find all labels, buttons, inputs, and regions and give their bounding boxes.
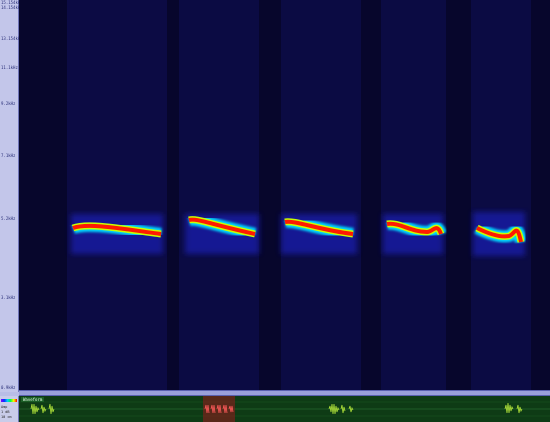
signal-5 [473, 212, 527, 256]
frequency-axis: 15.154kHz 14.154kHz 13.154kHz 11.1kHz 9.… [0, 0, 23, 392]
side-label: 1 dB [1, 410, 10, 414]
freq-tick: 9.2kHz [1, 101, 16, 106]
waveform-title: Waveform [21, 397, 45, 402]
spectrogram-canvas [19, 0, 550, 390]
side-label: 10 cm [1, 415, 12, 419]
freq-tick: 11.1kHz [1, 65, 18, 70]
freq-tick: 7.1kHz [1, 153, 16, 158]
color-scale-swatch [1, 399, 17, 402]
noise-band [471, 0, 531, 390]
freq-tick: 3.1kHz [1, 295, 16, 300]
waveform-canvas [19, 396, 550, 422]
signal-1 [70, 214, 163, 254]
noise-band [179, 0, 259, 390]
side-panel: Amp 1 dB 10 cm [0, 396, 19, 422]
signal-3 [281, 214, 357, 254]
noise-band [67, 0, 167, 390]
side-label: Amp [1, 405, 8, 409]
signal-2 [185, 213, 259, 254]
freq-tick: 0.9kHz [1, 385, 16, 390]
freq-tick: 5.2kHz [1, 216, 16, 221]
noise-band [281, 0, 361, 390]
spectrogram-view[interactable] [19, 0, 550, 390]
signal-4 [383, 214, 447, 254]
noise-band [381, 0, 446, 390]
waveform-panel[interactable]: Waveform [19, 396, 550, 422]
